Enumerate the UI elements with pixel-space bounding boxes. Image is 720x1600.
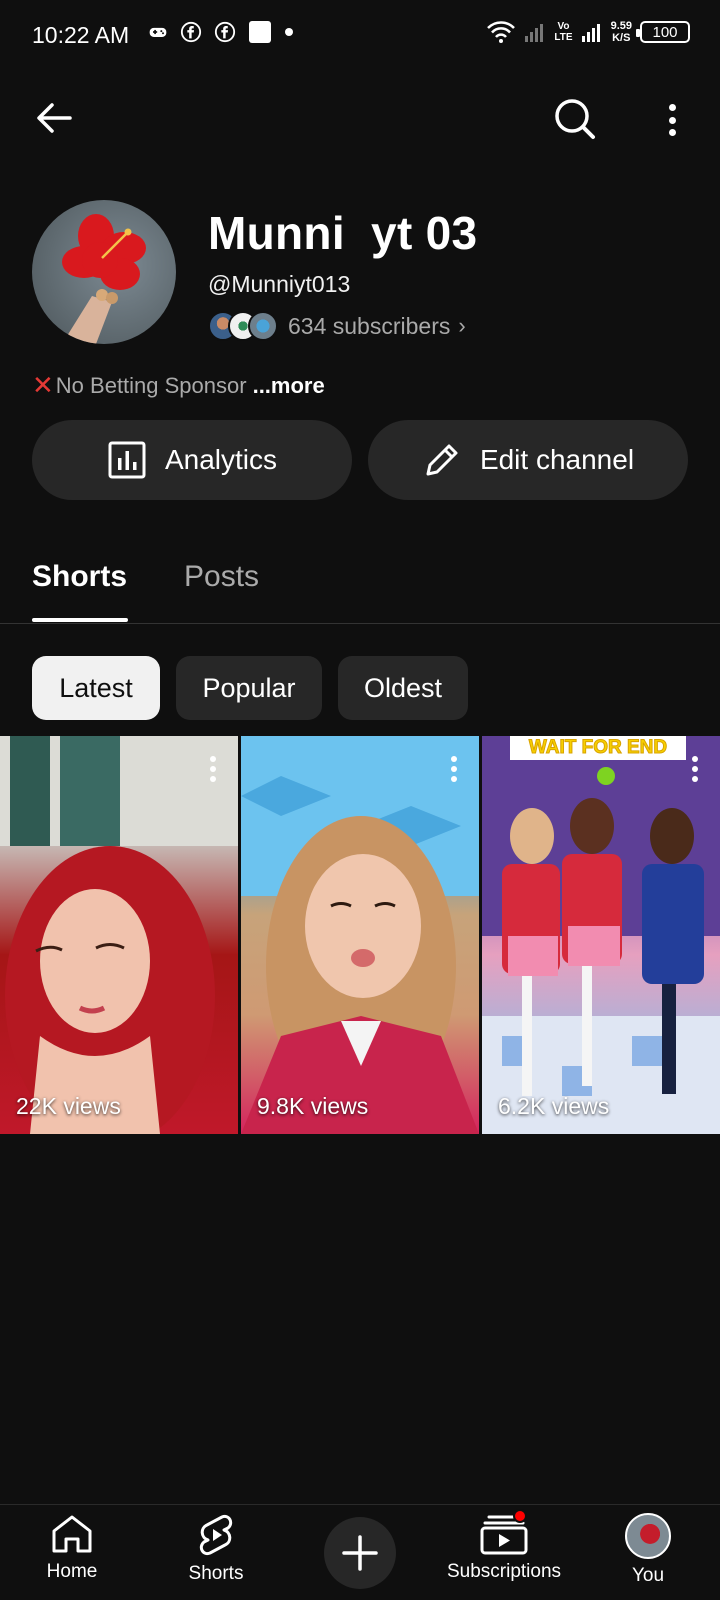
filter-chip-oldest[interactable]: Oldest [338,656,468,720]
nav-subscriptions-label: Subscriptions [446,1561,562,1582]
nav-you[interactable]: You [578,1513,718,1587]
channel-name: Munni yt 03 [208,207,478,259]
more-dot [668,129,676,136]
subscriber-count: 634 subscribers [288,312,451,339]
facebook-icon [214,21,236,43]
hibiscus-flower-image [62,214,146,344]
nav-subscriptions[interactable]: Subscriptions [434,1509,574,1583]
home-icon [52,1515,92,1553]
subscriptions-icon-wrap [479,1509,529,1555]
analytics-icon [108,441,146,479]
short-more-button[interactable] [692,756,700,782]
channel-handle: @Munniyt013 [208,271,351,297]
subscriber-avatars [208,311,278,341]
app-square-icon [249,21,271,43]
short-views: 22K views [16,1093,121,1119]
tab-selected-indicator [32,618,128,622]
channel-avatar[interactable] [32,200,176,344]
more-dot [668,116,676,124]
shorts-icon [199,1514,233,1556]
nav-home[interactable]: Home [2,1513,142,1583]
nav-shorts[interactable]: Shorts [146,1513,286,1585]
tab-posts[interactable]: Posts [184,560,259,594]
short-more-button[interactable] [210,756,218,782]
network-speed: 9.59 K/S [610,20,632,44]
nav-home-label: Home [46,1561,98,1582]
status-system-icons: Vo LTE 9.59 K/S 100 [486,20,690,44]
channel-tabs: Shorts Posts [0,540,720,624]
short-thumbnail-image [241,736,479,1134]
back-button[interactable] [32,96,76,140]
search-icon [555,99,595,139]
short-thumbnail[interactable]: 22K views [0,736,238,1134]
analytics-button[interactable]: Analytics [32,420,352,500]
bottom-navigation: Home Shorts Subscriptions You [0,1504,720,1600]
signal-weak-icon [525,24,544,42]
dot-icon [285,28,293,36]
short-thumbnail-image [0,736,238,1134]
chevron-right-icon: › [458,313,466,338]
short-views: 6.2K views [498,1093,610,1119]
description-text: No Betting Sponsor [55,372,247,398]
cross-mark-icon: ✕ [32,370,54,400]
analytics-label: Analytics [164,444,278,475]
channel-description[interactable]: ✕ No Betting Sponsor ...more [32,370,325,401]
create-button[interactable] [324,1517,396,1589]
search-button[interactable] [552,96,600,144]
short-more-button[interactable] [451,756,459,782]
pencil-icon [426,444,458,476]
short-banner-text: WAIT FOR END [510,736,686,760]
edit-channel-button[interactable]: Edit channel [368,420,688,500]
battery-indicator: 100 [636,21,690,43]
short-views: 9.8K views [257,1093,369,1119]
description-more-link[interactable]: ...more [253,373,325,399]
filter-chip-popular[interactable]: Popular [176,656,322,720]
wifi-icon [487,21,516,43]
short-thumbnail[interactable]: WAIT FOR END 6.2K views [482,736,720,1134]
subscriber-avatar [248,311,278,341]
tab-shorts[interactable]: Shorts [32,560,127,594]
gamepad-icon [149,27,167,37]
more-vertical-button[interactable] [654,98,690,142]
short-thumbnail-image [482,736,720,1134]
volte-indicator: Vo LTE [554,21,573,43]
notification-dot [513,1509,527,1523]
filter-chip-latest[interactable]: Latest [32,656,160,720]
shorts-grid: 22K views 9.8K views WAIT FOR END 6.2K v… [0,736,720,1134]
arrow-left-icon [37,103,72,133]
signal-strong-icon [581,24,600,42]
status-notification-icons [148,20,294,44]
status-bar: 10:22 AM Vo LTE 9.59 K/S 100 [0,0,720,72]
profile-avatar [625,1513,671,1559]
nav-you-label: You [631,1565,665,1586]
nav-shorts-label: Shorts [188,1563,244,1584]
status-time: 10:22 AM [32,22,130,48]
edit-channel-label: Edit channel [479,444,635,475]
create-plus-icon [342,1535,378,1571]
subscribers-row[interactable]: 634 subscribers › [208,308,466,344]
more-dot [668,104,676,111]
facebook-icon [180,21,202,43]
short-thumbnail[interactable]: 9.8K views [241,736,479,1134]
